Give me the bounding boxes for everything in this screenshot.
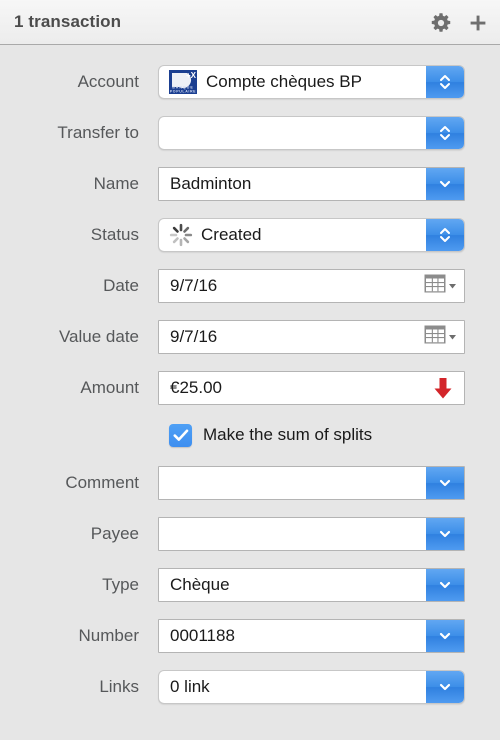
expense-down-arrow-icon[interactable]	[432, 376, 454, 400]
type-combobox[interactable]: Chèque	[158, 567, 465, 602]
chevron-down-icon	[439, 530, 451, 537]
number-value: 0001188	[170, 625, 235, 645]
value-date-picker-controls[interactable]	[424, 325, 457, 349]
label-payee: Payee	[90, 523, 139, 543]
form-row-date: Date 9/7/16	[0, 260, 500, 311]
account-stepper-button[interactable]	[426, 65, 464, 98]
stepper-chevrons-icon	[440, 227, 450, 242]
label-transfer-to: Transfer to	[57, 122, 139, 142]
gear-icon[interactable]	[430, 12, 452, 34]
amount-value: €25.00	[170, 377, 222, 397]
form-row-type: Type Chèque	[0, 559, 500, 610]
form-row-account: Account +X BANQUE POPULAIRE Compte chèqu…	[0, 56, 500, 107]
chevron-down-icon	[439, 581, 451, 588]
form-row-name: Name Badminton	[0, 158, 500, 209]
date-picker-controls[interactable]	[424, 274, 457, 298]
label-comment: Comment	[65, 472, 139, 492]
transfer-to-combobox[interactable]	[158, 115, 465, 150]
page-title: 1 transaction	[14, 12, 122, 31]
checkmark-icon	[172, 428, 188, 441]
date-value: 9/7/16	[170, 275, 218, 295]
name-dropdown-button[interactable]	[426, 167, 464, 200]
form-row-comment: Comment	[0, 457, 500, 508]
chevron-down-icon	[439, 683, 451, 690]
form-row-transfer-to: Transfer to	[0, 107, 500, 158]
chevron-down-icon	[439, 180, 451, 187]
transfer-to-stepper-button[interactable]	[426, 116, 464, 149]
sum-of-splits-label: Make the sum of splits	[203, 425, 373, 444]
comment-combobox[interactable]	[158, 465, 465, 500]
payee-combobox[interactable]	[158, 516, 465, 551]
chevron-down-icon	[439, 479, 451, 486]
account-combobox[interactable]: +X BANQUE POPULAIRE Compte chèques BP	[158, 64, 465, 99]
form-row-number: Number 0001188	[0, 610, 500, 661]
type-dropdown-button[interactable]	[426, 568, 464, 601]
form-row-payee: Payee	[0, 508, 500, 559]
comment-dropdown-button[interactable]	[426, 466, 464, 499]
bank-logo-banque-populaire-icon: +X BANQUE POPULAIRE	[167, 68, 199, 95]
value-date-input[interactable]: 9/7/16	[158, 319, 465, 354]
form-row-links: Links 0 link	[0, 661, 500, 712]
titlebar-actions	[430, 0, 488, 45]
links-value: 0 link	[170, 676, 210, 696]
form-row-status: Status Created	[0, 209, 500, 260]
form-row-sum-of-splits: Make the sum of splits	[0, 413, 500, 457]
status-stepper-button[interactable]	[426, 218, 464, 251]
label-links: Links	[99, 676, 139, 696]
svg-text:POPULAIRE: POPULAIRE	[170, 89, 196, 93]
number-combobox[interactable]: 0001188	[158, 618, 465, 653]
label-date: Date	[103, 275, 139, 295]
form-row-value-date: Value date 9/7/16	[0, 311, 500, 362]
name-combobox[interactable]: Badminton	[158, 166, 465, 201]
window-titlebar: 1 transaction	[0, 0, 500, 45]
form-row-amount: Amount €25.00	[0, 362, 500, 413]
stepper-chevrons-icon	[440, 74, 450, 89]
label-type: Type	[102, 574, 139, 594]
label-account: Account	[77, 71, 139, 91]
links-combobox[interactable]: 0 link	[158, 669, 465, 704]
value-date-value: 9/7/16	[170, 326, 218, 346]
name-value: Badminton	[170, 173, 252, 193]
number-dropdown-button[interactable]	[426, 619, 464, 652]
amount-input[interactable]: €25.00	[158, 370, 465, 405]
plus-icon[interactable]	[468, 13, 488, 33]
label-name: Name	[93, 173, 139, 193]
svg-text:+X: +X	[186, 71, 197, 80]
sum-of-splits-checkbox-group[interactable]: Make the sum of splits	[158, 423, 373, 447]
calendar-dropdown-triangle-icon[interactable]	[448, 328, 457, 346]
links-dropdown-button[interactable]	[426, 670, 464, 703]
date-input[interactable]: 9/7/16	[158, 268, 465, 303]
status-value: Created	[201, 224, 262, 244]
account-value: Compte chèques BP	[206, 71, 362, 91]
label-status: Status	[90, 224, 139, 244]
calendar-icon[interactable]	[424, 274, 446, 298]
spinner-icon	[168, 222, 194, 248]
status-combobox[interactable]: Created	[158, 217, 465, 252]
type-value: Chèque	[170, 574, 230, 594]
calendar-icon[interactable]	[424, 325, 446, 349]
label-amount: Amount	[80, 377, 139, 397]
calendar-dropdown-triangle-icon[interactable]	[448, 277, 457, 295]
label-value-date: Value date	[58, 326, 139, 346]
payee-dropdown-button[interactable]	[426, 517, 464, 550]
label-number: Number	[78, 625, 139, 645]
chevron-down-icon	[439, 632, 451, 639]
sum-of-splits-checkbox[interactable]	[169, 423, 192, 447]
transaction-form: Account +X BANQUE POPULAIRE Compte chèqu…	[0, 45, 500, 712]
stepper-chevrons-icon	[440, 125, 450, 140]
